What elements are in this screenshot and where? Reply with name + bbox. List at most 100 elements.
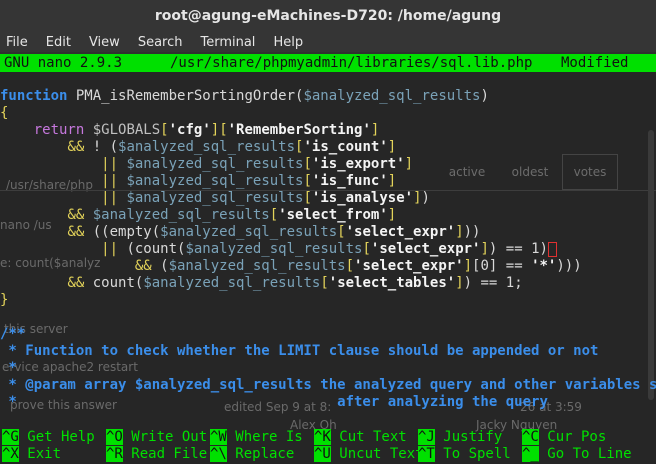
- terminal-window: root@agung-eMachines-D720: /home/agung F…: [0, 0, 656, 464]
- code-line[interactable]: }: [0, 292, 8, 309]
- menubar: File Edit View Search Terminal Help: [0, 32, 656, 52]
- menu-help[interactable]: Help: [273, 35, 303, 50]
- code-line[interactable]: || $analyzed_sql_results['is_func']: [0, 173, 396, 190]
- code-token: ||: [101, 173, 119, 189]
- window-title: root@agung-eMachines-D720: /home/agung: [154, 8, 502, 24]
- shortcut-key: ^W: [210, 429, 227, 445]
- code-token: [: [303, 173, 312, 189]
- shortcut-write-out[interactable]: ^O Write Out: [106, 429, 207, 446]
- code-token: ]: [455, 275, 464, 291]
- code-token: '*': [531, 258, 557, 274]
- code-token: * after analyzing the query: [0, 394, 548, 410]
- code-token: ]: [387, 139, 397, 155]
- code-token: &&: [67, 207, 85, 223]
- code-line[interactable]: || $analyzed_sql_results['is_analyse']): [0, 190, 430, 207]
- ghost-tab-active: active: [448, 165, 486, 179]
- code-line[interactable]: && $analyzed_sql_results['select_from']: [0, 207, 396, 224]
- shortcut-justify[interactable]: ^J Justify: [418, 429, 502, 446]
- menu-view[interactable]: View: [89, 35, 120, 50]
- shortcut-where-is[interactable]: ^W Where Is: [210, 429, 303, 446]
- window-titlebar[interactable]: root@agung-eMachines-D720: /home/agung: [0, 0, 656, 32]
- code-token: 'select_expr': [345, 224, 456, 240]
- code-token: ][: [210, 122, 228, 138]
- shortcut-uncut-text[interactable]: ^U Uncut Text: [314, 446, 424, 463]
- code-token: $analyzed_sql_results: [92, 207, 270, 223]
- shortcut-label: Justify: [434, 429, 503, 445]
- code-line[interactable]: && ((empty($analyzed_sql_results['select…: [0, 224, 480, 241]
- code-line[interactable]: && ! ($analyzed_sql_results['is_count']: [0, 139, 396, 156]
- code-line[interactable]: || $analyzed_sql_results['is_export']: [0, 156, 413, 173]
- code-token: ||: [101, 156, 119, 172]
- code-line[interactable]: /**: [0, 326, 25, 343]
- code-token: * @param array $analyzed_sql_results the…: [0, 377, 656, 393]
- code-token: ((empty(: [84, 224, 161, 240]
- ghost-tab-votes: votes: [562, 154, 618, 190]
- code-token: ))): [556, 258, 582, 274]
- menu-edit[interactable]: Edit: [46, 35, 71, 50]
- code-token: /**: [0, 326, 26, 342]
- shortcut-get-help[interactable]: ^G Get Help: [2, 429, 95, 446]
- code-token: &&: [67, 275, 85, 291]
- shortcut-exit[interactable]: ^X Exit: [2, 446, 61, 463]
- shortcut-to-spell[interactable]: ^T To Spell: [418, 446, 511, 463]
- code-line[interactable]: * Function to check whether the LIMIT cl…: [0, 343, 598, 360]
- shortcut-key: ^\: [210, 446, 227, 462]
- code-token: }: [0, 292, 9, 308]
- code-token: [: [345, 258, 355, 274]
- shortcut-label: Uncut Text: [330, 446, 424, 462]
- code-line[interactable]: return $GLOBALS['cfg']['RememberSorting'…: [0, 122, 380, 139]
- code-token: (: [151, 258, 169, 274]
- code-token: ]: [413, 190, 422, 206]
- code-token: $GLOBALS: [92, 122, 161, 138]
- code-line[interactable]: * after analyzing the query: [0, 394, 548, 411]
- code-line[interactable]: && count($analyzed_sql_results['select_t…: [0, 275, 523, 292]
- code-token: $analyzed_sql_results: [168, 258, 346, 274]
- code-token: [: [337, 224, 346, 240]
- code-line[interactable]: {: [0, 105, 8, 122]
- code-token: 'is_analyse': [311, 190, 414, 206]
- shortcut-label: Read File: [122, 446, 208, 462]
- shortcut-cut-text[interactable]: ^K Cut Text: [314, 429, 407, 446]
- code-token: ]: [387, 207, 397, 223]
- code-token: 'select_expr': [370, 241, 481, 257]
- shortcut-key: ^U: [314, 446, 331, 462]
- code-line[interactable]: *: [0, 360, 17, 377]
- shortcut-key: ^T: [418, 446, 435, 462]
- terminal-scrollbar[interactable]: [648, 130, 654, 400]
- nano-version: GNU nano 2.9.3: [4, 55, 123, 71]
- code-token: $analyzed_sql_results: [143, 275, 321, 291]
- shortcut-label: Write Out: [122, 429, 208, 445]
- code-token: ) == 1;: [463, 275, 523, 291]
- shortcut-cur-pos[interactable]: ^C Cur Pos: [522, 429, 606, 446]
- code-line[interactable]: && ($analyzed_sql_results['select_expr']…: [0, 258, 582, 275]
- code-token: 'RememberSorting': [227, 122, 371, 138]
- code-token: $analyzed_sql_results: [160, 224, 338, 240]
- code-token: function: [0, 88, 68, 104]
- code-line[interactable]: function PMA_isRememberSortingOrder($ana…: [0, 88, 489, 105]
- shortcut-label: Go To Line: [538, 446, 632, 462]
- code-token: *: [0, 360, 17, 376]
- code-line[interactable]: || (count($analyzed_sql_results['select_…: [0, 241, 557, 258]
- ghost-text-5: ervice apache2 restart: [2, 360, 138, 374]
- code-line[interactable]: * @param array $analyzed_sql_results the…: [0, 377, 656, 394]
- code-token: 'is_count': [303, 139, 388, 155]
- shortcut-go-to-line[interactable]: ^_ Go To Line: [522, 446, 632, 463]
- menu-search[interactable]: Search: [138, 35, 183, 50]
- nano-header-bar: GNU nano 2.9.3 /usr/share/phpmyadmin/lib…: [0, 54, 656, 72]
- code-token: ]: [404, 156, 414, 172]
- shortcut-replace[interactable]: ^\ Replace: [210, 446, 294, 463]
- code-token: $analyzed_sql_results: [126, 173, 304, 189]
- menu-terminal[interactable]: Terminal: [200, 35, 255, 50]
- code-token: 'is_func': [311, 173, 388, 189]
- code-token: ]: [455, 224, 464, 240]
- shortcut-read-file[interactable]: ^R Read File: [106, 446, 207, 463]
- code-token: 'select_from': [278, 207, 388, 223]
- menu-file[interactable]: File: [6, 35, 28, 50]
- shortcut-label: Replace: [226, 446, 295, 462]
